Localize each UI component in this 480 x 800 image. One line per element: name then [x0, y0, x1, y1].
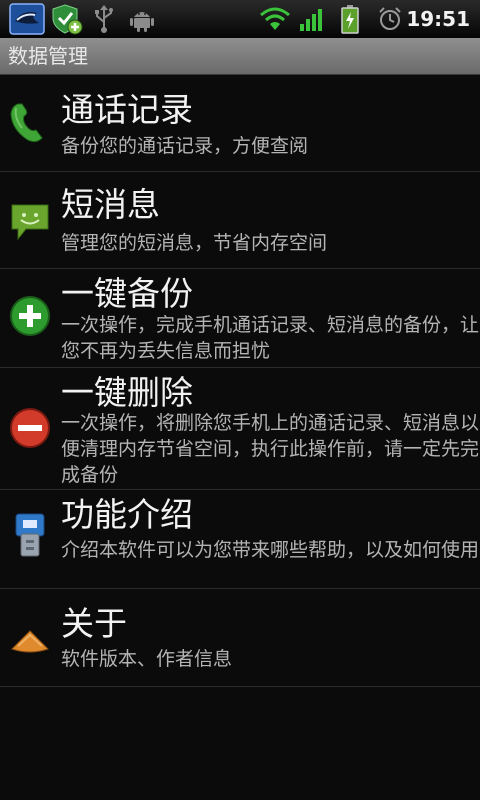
- menu-item-feature-intro[interactable]: 功能介绍 介绍本软件可以为您带来哪些帮助，以及如何使用: [0, 490, 480, 589]
- menu-item-title: 短消息: [61, 185, 160, 224]
- triangle-up-icon: [8, 617, 52, 661]
- menu-item-desc: 介绍本软件可以为您带来哪些帮助，以及如何使用: [61, 539, 480, 561]
- add-circle-icon: [8, 294, 52, 338]
- battery-charging-icon: [338, 3, 362, 35]
- menu-item-title: 功能介绍: [61, 495, 193, 534]
- menu-item-title: 通话记录: [61, 90, 193, 129]
- shield-add-icon: [50, 3, 84, 35]
- android-icon: [128, 3, 156, 35]
- wifi-icon: [258, 3, 292, 35]
- menu-item-desc: 管理您的短消息，节省内存空间: [61, 232, 328, 254]
- app-logo-icon: [8, 3, 46, 35]
- menu-item-desc: 一次操作，完成手机通话记录、短消息的备份，让您不再为丢失信息而担忧: [61, 314, 480, 362]
- usb-icon: [92, 3, 116, 35]
- usb-stick-icon: [8, 513, 52, 558]
- menu-item-call-log[interactable]: 通话记录 备份您的通话记录，方便查阅: [0, 75, 480, 172]
- sms-icon: [8, 199, 52, 243]
- phone-icon: [8, 100, 52, 144]
- title-bar: 数据管理: [0, 38, 480, 75]
- menu-item-title: 一键删除: [61, 373, 193, 412]
- alarm-clock-icon: [376, 3, 404, 35]
- menu-item-title: 关于: [61, 604, 127, 643]
- signal-icon: [298, 3, 328, 35]
- menu-item-desc: 一次操作，将删除您手机上的通话记录、短消息以便清理内存节省空间，执行此操作前，请…: [61, 412, 480, 486]
- remove-circle-icon: [8, 406, 52, 450]
- menu-item-desc: 备份您的通话记录，方便查阅: [61, 135, 309, 157]
- menu-item-desc: 软件版本、作者信息: [61, 648, 233, 670]
- clock-time: 19:51: [406, 7, 470, 31]
- menu-list: 通话记录 备份您的通话记录，方便查阅 短消息 管理您的短消息，节省内存空间 一键…: [0, 75, 480, 687]
- menu-item-one-click-backup[interactable]: 一键备份 一次操作，完成手机通话记录、短消息的备份，让您不再为丢失信息而担忧: [0, 269, 480, 368]
- page-title: 数据管理: [8, 44, 88, 68]
- menu-item-one-click-delete[interactable]: 一键删除 一次操作，将删除您手机上的通话记录、短消息以便清理内存节省空间，执行此…: [0, 368, 480, 490]
- status-bar: 19:51: [0, 0, 480, 39]
- menu-item-sms[interactable]: 短消息 管理您的短消息，节省内存空间: [0, 172, 480, 269]
- menu-item-title: 一键备份: [61, 274, 193, 313]
- menu-item-about[interactable]: 关于 软件版本、作者信息: [0, 589, 480, 687]
